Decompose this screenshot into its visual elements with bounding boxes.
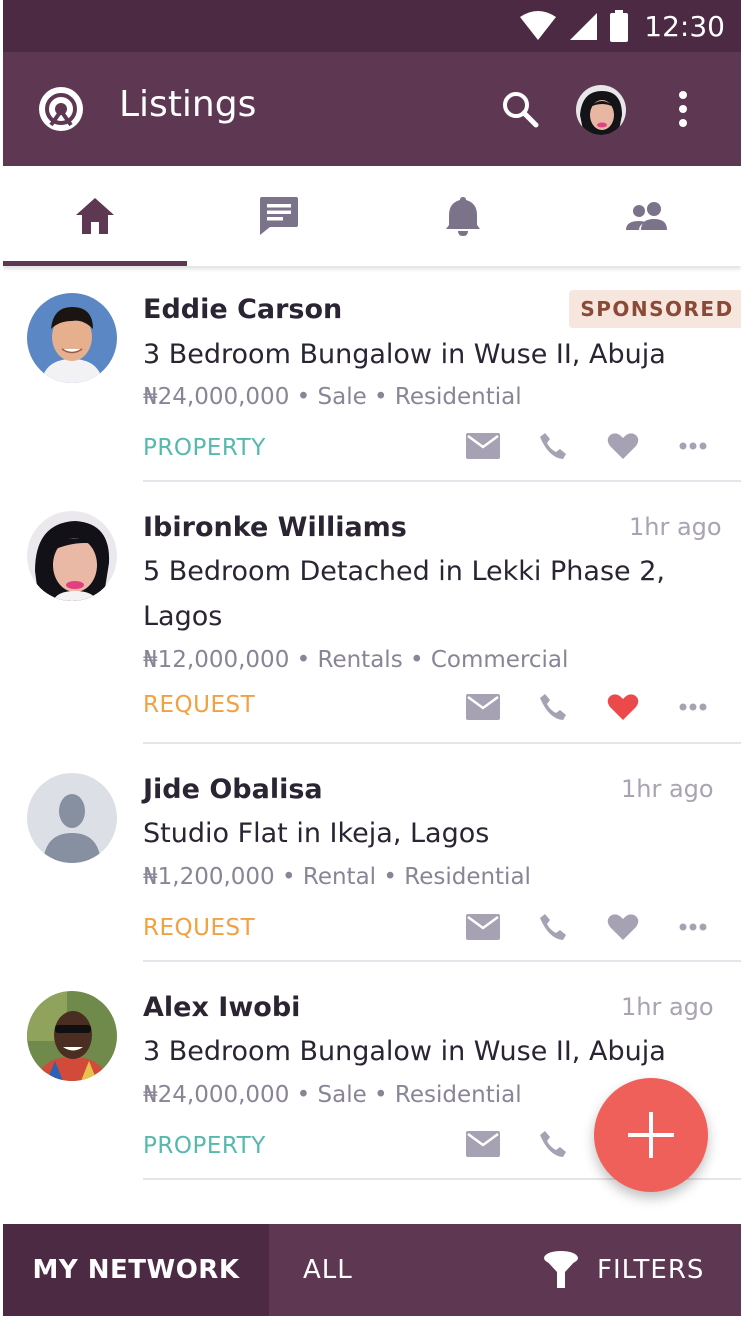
listing-time: 1hr ago <box>621 993 714 1021</box>
call-button[interactable] <box>533 426 573 466</box>
listing-meta: ₦24,000,000 • Sale • Residential <box>143 1082 522 1108</box>
listing-actions <box>463 687 723 727</box>
author-name: Alex Iwobi <box>143 992 301 1023</box>
all-button[interactable]: ALL <box>303 1224 353 1316</box>
add-listing-button[interactable] <box>594 1078 708 1192</box>
phone-icon <box>540 914 566 940</box>
page-title: Listings <box>119 84 257 125</box>
app-bar: Listings <box>3 52 741 166</box>
home-icon <box>76 198 114 234</box>
signal-icon <box>570 13 598 40</box>
listing-meta: ₦24,000,000 • Sale • Residential <box>143 384 522 410</box>
sponsored-badge: SPONSORED <box>569 290 741 328</box>
listing-title[interactable]: Studio Flat in Ikeja, Lagos <box>143 811 703 856</box>
listing-actions <box>463 426 723 466</box>
status-icons: 12:30 <box>520 8 725 44</box>
avatar-image <box>27 991 117 1081</box>
heart-icon <box>607 433 639 459</box>
tab-people[interactable] <box>555 166 739 266</box>
more-horiz-icon <box>679 703 707 711</box>
listing-meta: ₦12,000,000 • Rentals • Commercial <box>143 647 569 673</box>
call-button[interactable] <box>533 907 573 947</box>
email-button[interactable] <box>463 687 503 727</box>
app-frame: 12:30 Listings Eddie Carson SPONSORED 3 … <box>3 0 741 1323</box>
call-button[interactable] <box>533 687 573 727</box>
search-icon[interactable] <box>499 88 541 130</box>
listing-tag[interactable]: PROPERTY <box>143 1133 266 1159</box>
listing-title[interactable]: 3 Bedroom Bungalow in Wuse II, Abuja <box>143 1029 703 1074</box>
user-avatar-image <box>576 85 626 135</box>
more-horiz-icon <box>679 442 707 450</box>
bottom-bar: MY NETWORK ALL FILTERS <box>3 1224 741 1316</box>
like-button[interactable] <box>603 426 643 466</box>
list-item[interactable]: Eddie Carson SPONSORED 3 Bedroom Bungalo… <box>3 266 741 482</box>
user-avatar[interactable] <box>576 85 626 135</box>
listing-title[interactable]: 3 Bedroom Bungalow in Wuse II, Abuja <box>143 332 703 377</box>
tab-home[interactable] <box>3 166 187 266</box>
email-button[interactable] <box>463 426 503 466</box>
people-icon <box>626 202 667 230</box>
mail-icon <box>466 433 500 459</box>
more-horiz-button[interactable] <box>673 907 713 947</box>
listing-meta: ₦1,200,000 • Rental • Residential <box>143 864 531 890</box>
phone-icon <box>540 433 566 459</box>
app-logo-icon <box>39 87 83 131</box>
author-name: Eddie Carson <box>143 294 343 325</box>
like-button[interactable] <box>603 907 643 947</box>
mail-icon <box>466 694 500 720</box>
status-time: 12:30 <box>644 9 725 43</box>
avatar[interactable] <box>27 991 117 1081</box>
tab-notifications[interactable] <box>371 166 555 266</box>
email-button[interactable] <box>463 1124 503 1164</box>
my-network-button[interactable]: MY NETWORK <box>3 1224 269 1316</box>
more-vert-icon[interactable] <box>671 88 695 130</box>
like-button[interactable] <box>603 687 643 727</box>
listing-time: 1hr ago <box>621 775 714 803</box>
filters-button[interactable]: FILTERS <box>543 1224 704 1316</box>
listing-actions <box>463 907 723 947</box>
message-icon <box>260 197 298 235</box>
avatar[interactable] <box>27 773 117 863</box>
mail-icon <box>466 1131 500 1157</box>
avatar-image <box>27 511 117 601</box>
phone-icon <box>540 694 566 720</box>
mail-icon <box>466 914 500 940</box>
listing-tag[interactable]: REQUEST <box>143 915 255 941</box>
listing-title[interactable]: 5 Bedroom Detached in Lekki Phase 2, Lag… <box>143 549 703 639</box>
more-horiz-button[interactable] <box>673 426 713 466</box>
listing-time: 1hr ago <box>629 513 722 541</box>
filters-label: FILTERS <box>597 1255 705 1285</box>
author-name: Jide Obalisa <box>143 774 323 805</box>
listings-feed: Eddie Carson SPONSORED 3 Bedroom Bungalo… <box>3 266 741 1224</box>
listing-tag[interactable]: PROPERTY <box>143 435 266 461</box>
more-horiz-icon <box>679 923 707 931</box>
heart-filled-icon <box>607 694 639 720</box>
listing-tag[interactable]: REQUEST <box>143 692 255 718</box>
avatar-placeholder-icon <box>27 773 117 863</box>
list-item[interactable]: Jide Obalisa 1hr ago Studio Flat in Ikej… <box>3 744 741 962</box>
tab-messages[interactable] <box>187 166 371 266</box>
avatar[interactable] <box>27 511 117 601</box>
filter-icon <box>544 1251 578 1288</box>
phone-icon <box>540 1131 566 1157</box>
status-bar: 12:30 <box>3 0 741 52</box>
avatar[interactable] <box>27 293 117 383</box>
plus-icon <box>628 1112 674 1158</box>
avatar-image <box>27 293 117 383</box>
battery-icon <box>610 10 629 42</box>
bell-icon <box>446 197 480 236</box>
list-item[interactable]: Ibironke Williams 1hr ago 5 Bedroom Deta… <box>3 482 741 744</box>
heart-icon <box>607 914 639 940</box>
more-horiz-button[interactable] <box>673 687 713 727</box>
author-name: Ibironke Williams <box>143 512 407 543</box>
email-button[interactable] <box>463 907 503 947</box>
tab-bar <box>3 166 741 266</box>
wifi-icon <box>520 11 557 40</box>
call-button[interactable] <box>533 1124 573 1164</box>
